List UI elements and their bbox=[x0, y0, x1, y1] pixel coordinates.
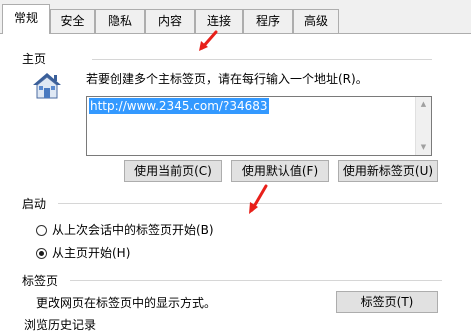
startup-option-label: 从上次会话中的标签页开始(B) bbox=[52, 223, 214, 237]
tabs-group-description: 更改网页在标签页中的显示方式。 bbox=[36, 296, 217, 310]
homepage-url-value[interactable]: http://www.2345.com/?34683 bbox=[89, 98, 269, 114]
tab-general[interactable]: 常规 bbox=[2, 4, 50, 34]
tab-security[interactable]: 安全 bbox=[50, 9, 95, 33]
use-new-tab-button[interactable]: 使用新标签页(U) bbox=[338, 160, 438, 182]
tab-underline bbox=[0, 33, 471, 34]
tab-privacy[interactable]: 隐私 bbox=[95, 9, 145, 33]
tabs-settings-button[interactable]: 标签页(T) bbox=[336, 291, 438, 313]
startup-option-last-session[interactable]: 从上次会话中的标签页开始(B) bbox=[36, 222, 214, 238]
tabs-group-label: 标签页 bbox=[22, 274, 59, 288]
scroll-up-icon[interactable]: ▲ bbox=[416, 97, 431, 112]
tab-content[interactable]: 内容 bbox=[145, 9, 195, 33]
startup-group-label: 启动 bbox=[22, 197, 47, 211]
history-group-label: 浏览历史记录 bbox=[24, 318, 97, 332]
homepage-group-label: 主页 bbox=[22, 52, 47, 66]
tab-bar: 常规 安全 隐私 内容 连接 程序 高级 bbox=[0, 0, 471, 34]
url-scrollbar[interactable]: ▲ ▼ bbox=[415, 97, 431, 155]
radio-last-session[interactable] bbox=[36, 224, 47, 236]
tab-programs[interactable]: 程序 bbox=[243, 9, 293, 33]
startup-group-divider bbox=[58, 203, 442, 204]
tab-connections[interactable]: 连接 bbox=[195, 9, 243, 33]
startup-option-label: 从主页开始(H) bbox=[52, 246, 131, 260]
use-default-button[interactable]: 使用默认值(F) bbox=[231, 160, 329, 182]
tab-advanced[interactable]: 高级 bbox=[293, 9, 339, 33]
startup-option-home-page[interactable]: 从主页开始(H) bbox=[36, 245, 130, 261]
scroll-down-icon[interactable]: ▼ bbox=[416, 140, 431, 155]
annotation-arrow-button bbox=[249, 184, 268, 214]
use-current-button[interactable]: 使用当前页(C) bbox=[124, 160, 222, 182]
homepage-hint: 若要创建多个主标签页，请在每行输入一个地址(R)。 bbox=[86, 72, 368, 86]
homepage-url-textarea[interactable]: http://www.2345.com/?34683 ▲ ▼ bbox=[86, 96, 432, 156]
home-icon bbox=[33, 73, 61, 99]
homepage-group-divider bbox=[92, 59, 432, 60]
radio-home-page[interactable] bbox=[36, 247, 47, 259]
tabs-group-divider bbox=[70, 280, 442, 281]
